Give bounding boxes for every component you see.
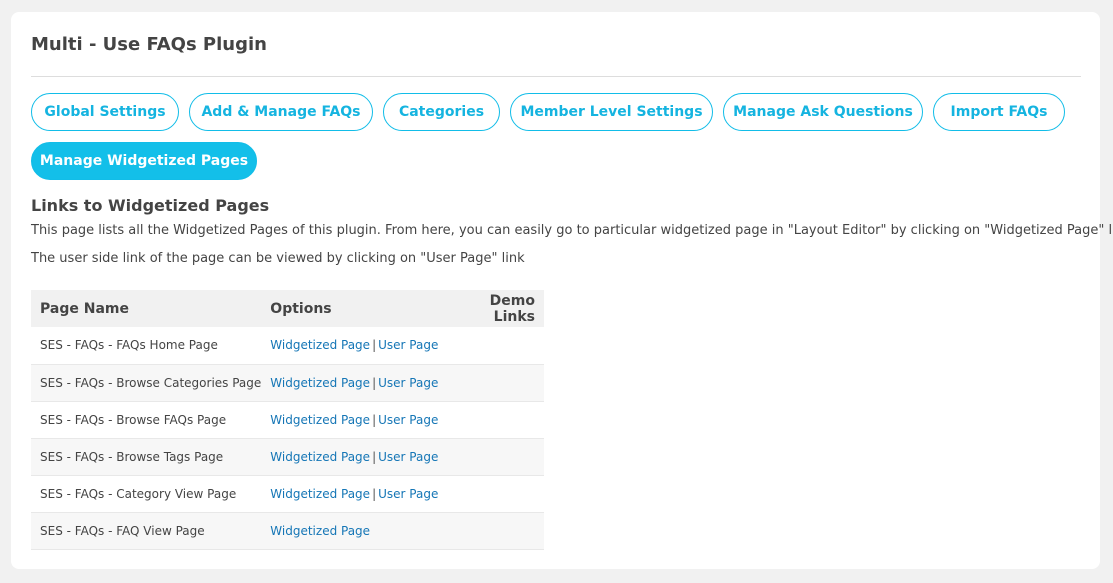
title-divider [31, 76, 1081, 77]
page-title: Multi - Use FAQs Plugin [31, 34, 267, 55]
description-text: This page lists all the Widgetized Pages… [31, 223, 1113, 238]
widgetized-page-link[interactable]: Widgetized Page [270, 338, 370, 352]
tab-manage-widgetized-pages[interactable]: Manage Widgetized Pages [31, 142, 257, 180]
page-name-cell: SES - FAQs - Browse Tags Page [31, 438, 262, 476]
options-cell: Widgetized Page | User Page [261, 475, 444, 513]
user-page-link[interactable]: User Page [378, 450, 438, 464]
widgetized-pages-table: Page Name Options Demo Links SES - FAQs … [31, 290, 544, 550]
tab-member-level-settings[interactable]: Member Level Settings [510, 93, 713, 131]
demo-links-cell [443, 438, 544, 476]
table-row: SES - FAQs - Browse Categories Page Widg… [31, 364, 544, 402]
options-cell: Widgetized Page | User Page [261, 327, 444, 365]
demo-links-cell [443, 401, 544, 439]
demo-links-cell [443, 327, 544, 365]
page-name-cell: SES - FAQs - Category View Page [31, 475, 262, 513]
settings-panel: Multi - Use FAQs Plugin Global Settings … [11, 12, 1113, 569]
section-heading: Links to Widgetized Pages [31, 196, 270, 215]
column-header-demo-links: Demo Links [443, 290, 544, 327]
widgetized-page-link[interactable]: Widgetized Page [270, 376, 370, 390]
widgetized-page-link[interactable]: Widgetized Page [270, 524, 370, 538]
options-cell: Widgetized Page | User Page [261, 401, 444, 439]
table-row: SES - FAQs - FAQs Home Page Widgetized P… [31, 327, 544, 365]
demo-links-cell [443, 475, 544, 513]
column-header-page-name: Page Name [31, 290, 262, 327]
page-name-cell: SES - FAQs - FAQs Home Page [31, 327, 262, 365]
user-page-link[interactable]: User Page [378, 413, 438, 427]
link-separator: | [372, 412, 377, 427]
demo-links-cell [443, 364, 544, 402]
table-header-row: Page Name Options Demo Links [31, 290, 544, 327]
table-row: SES - FAQs - FAQ View Page Widgetized Pa… [31, 512, 544, 550]
options-cell: Widgetized Page | User Page [261, 438, 444, 476]
tab-global-settings[interactable]: Global Settings [31, 93, 179, 131]
user-page-link[interactable]: User Page [378, 338, 438, 352]
page-name-cell: SES - FAQs - Browse FAQs Page [31, 401, 262, 439]
page-name-cell: SES - FAQs - Browse Categories Page [31, 364, 262, 402]
column-header-options: Options [261, 290, 444, 327]
widgetized-page-link[interactable]: Widgetized Page [270, 450, 370, 464]
link-separator: | [372, 338, 377, 353]
link-separator: | [372, 486, 377, 501]
description-text-user-page: The user side link of the page can be vi… [31, 251, 525, 266]
tab-manage-ask-questions[interactable]: Manage Ask Questions [723, 93, 923, 131]
link-separator: | [372, 449, 377, 464]
tab-categories[interactable]: Categories [383, 93, 500, 131]
options-cell: Widgetized Page | User Page [261, 364, 444, 402]
table-row: SES - FAQs - Browse FAQs Page Widgetized… [31, 401, 544, 439]
tab-add-manage-faqs[interactable]: Add & Manage FAQs [189, 93, 373, 131]
table-row: SES - FAQs - Category View Page Widgetiz… [31, 475, 544, 513]
tab-import-faqs[interactable]: Import FAQs [933, 93, 1065, 131]
user-page-link[interactable]: User Page [378, 487, 438, 501]
table-row: SES - FAQs - Browse Tags Page Widgetized… [31, 438, 544, 476]
page-name-cell: SES - FAQs - FAQ View Page [31, 512, 262, 550]
demo-links-cell [443, 512, 544, 550]
user-page-link[interactable]: User Page [378, 376, 438, 390]
options-cell: Widgetized Page [261, 512, 444, 550]
link-separator: | [372, 375, 377, 390]
widgetized-page-link[interactable]: Widgetized Page [270, 413, 370, 427]
widgetized-page-link[interactable]: Widgetized Page [270, 487, 370, 501]
